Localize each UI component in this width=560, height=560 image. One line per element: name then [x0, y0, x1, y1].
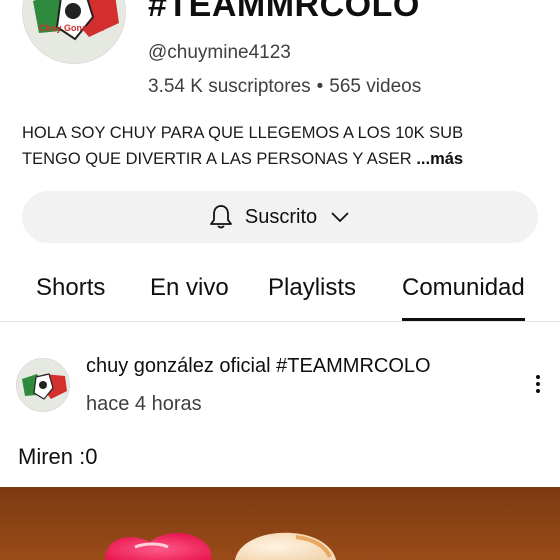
post-text: Miren :0: [18, 444, 98, 469]
post-avatar-art: [17, 359, 69, 411]
channel-description[interactable]: HOLA SOY CHUY PARA QUE LLEGEMOS A LOS 10…: [22, 120, 542, 172]
subscribed-label: Suscrito: [244, 205, 318, 228]
video-count: 565 videos: [329, 76, 422, 97]
chevron-down-icon: [331, 212, 349, 223]
stats-separator: •: [316, 76, 324, 97]
more-vert-icon[interactable]: [528, 372, 548, 398]
description-line-2: TENGO QUE DIVERTIR A LAS PERSONAS Y ASER…: [22, 146, 542, 172]
post-timestamp: hace 4 horas: [86, 393, 202, 415]
post-image[interactable]: [0, 487, 560, 560]
channel-avatar-art: Chuy González: [23, 0, 125, 63]
post-author-avatar[interactable]: [16, 358, 70, 412]
tab-comunidad[interactable]: Comunidad: [402, 274, 525, 321]
channel-tabs: Shorts En vivo Playlists Comunidad: [0, 262, 560, 322]
channel-stats: 3.54 K suscriptores • 565 videos: [148, 76, 421, 98]
subscriber-count: 3.54 K suscriptores: [148, 76, 311, 97]
channel-avatar[interactable]: Chuy González: [22, 0, 126, 64]
channel-handle: @chuymine4123: [148, 42, 291, 63]
tab-shorts[interactable]: Shorts: [36, 274, 105, 302]
avatar-logo-text: Chuy González: [39, 23, 104, 33]
post-image-art: [105, 532, 336, 560]
description-more-link[interactable]: ...más: [416, 150, 463, 168]
bell-icon: [209, 205, 232, 229]
description-line-2-text: TENGO QUE DIVERTIR A LAS PERSONAS Y ASER: [22, 150, 412, 168]
channel-title: #TEAMMRCOLO: [148, 0, 420, 24]
tab-playlists[interactable]: Playlists: [268, 274, 356, 302]
description-line-1: HOLA SOY CHUY PARA QUE LLEGEMOS A LOS 10…: [22, 124, 464, 142]
post-author-name[interactable]: chuy gonzález oficial #TEAMMRCOLO: [86, 355, 431, 378]
tab-en-vivo[interactable]: En vivo: [150, 274, 229, 302]
subscribed-button[interactable]: Suscrito: [22, 191, 538, 243]
